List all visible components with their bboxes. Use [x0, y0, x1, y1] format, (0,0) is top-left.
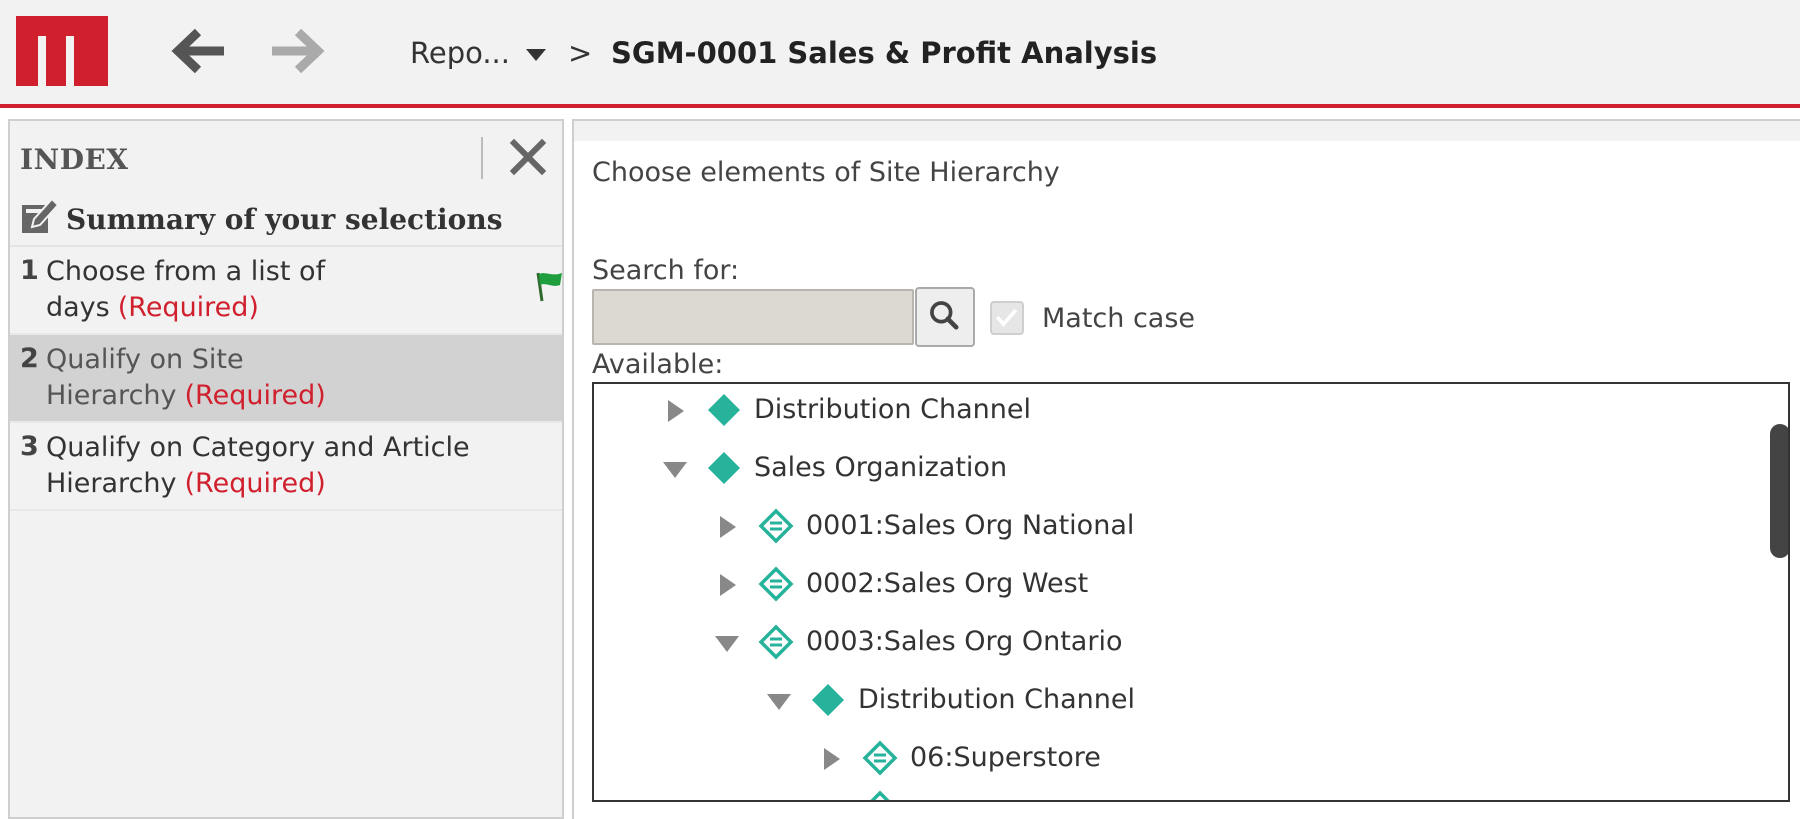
collapse-arrow-icon[interactable] — [712, 628, 742, 658]
tree-node-label: Distribution Channel — [858, 684, 1135, 715]
required-tag: (Required) — [184, 380, 326, 411]
step-label: Qualify on Site — [46, 344, 244, 375]
step-label-cont: days (Required) — [46, 292, 259, 323]
element-icon — [870, 790, 890, 800]
step-label-cont: Hierarchy (Required) — [46, 380, 326, 411]
tree-node[interactable]: 0001:Sales Org National — [594, 504, 1714, 552]
tree-node-label: Distribution Channel — [754, 394, 1031, 425]
checkmark-icon — [995, 308, 1018, 327]
flag-icon — [536, 272, 562, 302]
collapse-arrow-icon[interactable] — [764, 686, 794, 716]
panel-top-strip — [574, 121, 1800, 141]
dimension-icon — [708, 394, 740, 426]
summary-label: Summary of your selections — [66, 203, 503, 236]
required-tag: (Required) — [117, 292, 259, 323]
summary-of-selections[interactable]: Summary of your selections — [10, 191, 562, 247]
step-number: 3 — [20, 431, 39, 462]
page-title: SGM-0001 Sales & Profit Analysis — [611, 36, 1158, 70]
top-bar: Repo... > SGM-0001 Sales & Profit Analys… — [0, 0, 1800, 108]
chevron-down-icon[interactable] — [524, 47, 548, 63]
divider — [481, 137, 483, 179]
element-icon — [758, 508, 794, 544]
step-label: Choose from a list of — [46, 256, 326, 287]
expand-arrow-icon[interactable] — [816, 744, 846, 774]
step-number: 1 — [20, 255, 39, 286]
step-item-2[interactable]: 2 Qualify on Site Hierarchy (Required) — [10, 335, 562, 423]
back-arrow-icon[interactable] — [170, 26, 226, 76]
element-icon — [862, 740, 898, 776]
expand-arrow-icon[interactable] — [712, 512, 742, 542]
step-item-1[interactable]: 1 Choose from a list of days (Required) — [10, 247, 562, 335]
breadcrumb-parent[interactable]: Repo... — [410, 36, 510, 70]
search-label: Search for: — [592, 255, 740, 286]
tree-node-label: 06:Superstore — [910, 742, 1101, 773]
available-tree[interactable]: Distribution Channel Sales Organization … — [592, 382, 1790, 802]
tree-node[interactable]: Distribution Channel — [594, 388, 1714, 436]
match-case-label: Match case — [1042, 303, 1196, 334]
tree-node-label: Sales Organization — [754, 452, 1008, 483]
index-header: INDEX — [10, 121, 562, 191]
edit-note-icon — [22, 197, 60, 233]
prompt-heading: Choose elements of Site Hierarchy — [592, 157, 1060, 188]
search-icon — [930, 301, 959, 330]
collapse-arrow-icon[interactable] — [660, 454, 690, 484]
tree-node-label: 0001:Sales Org National — [806, 510, 1135, 541]
element-icon — [758, 566, 794, 602]
forward-arrow-icon[interactable] — [270, 26, 326, 76]
tree-node-label: 0003:Sales Org Ontario — [806, 626, 1123, 657]
step-item-3[interactable]: 3 Qualify on Category and Article Hierar… — [10, 423, 562, 511]
expand-arrow-icon[interactable] — [712, 570, 742, 600]
dimension-icon — [708, 452, 740, 484]
expand-arrow-icon[interactable] — [660, 396, 690, 426]
index-panel: INDEX Summary of your selections 1 Choos… — [8, 119, 564, 819]
element-icon — [758, 624, 794, 660]
step-number: 2 — [20, 343, 39, 374]
dimension-icon — [812, 684, 844, 716]
tree-node[interactable]: 06:Superstore — [594, 736, 1714, 784]
tree-node[interactable]: 0003:Sales Org Ontario — [594, 620, 1714, 668]
search-button[interactable] — [915, 287, 975, 347]
step-label-cont: Hierarchy (Required) — [46, 468, 326, 499]
index-title: INDEX — [20, 143, 129, 176]
available-label: Available: — [592, 349, 724, 380]
step-label: Qualify on Category and Article — [46, 432, 470, 463]
tree-node[interactable]: Distribution Channel — [594, 678, 1714, 726]
tree-node[interactable]: 0002:Sales Org West — [594, 562, 1714, 610]
tree-node-label: 0002:Sales Org West — [806, 568, 1089, 599]
scrollbar-thumb[interactable] — [1770, 424, 1788, 558]
search-input[interactable] — [592, 289, 914, 345]
required-tag: (Required) — [184, 468, 326, 499]
logo-icon[interactable] — [16, 16, 108, 86]
prompt-panel: Choose elements of Site Hierarchy Search… — [572, 119, 1800, 819]
match-case-checkbox[interactable] — [990, 301, 1024, 335]
tree-node[interactable]: Sales Organization — [594, 446, 1714, 494]
breadcrumb-separator: > — [568, 36, 593, 70]
close-icon[interactable] — [506, 135, 550, 179]
